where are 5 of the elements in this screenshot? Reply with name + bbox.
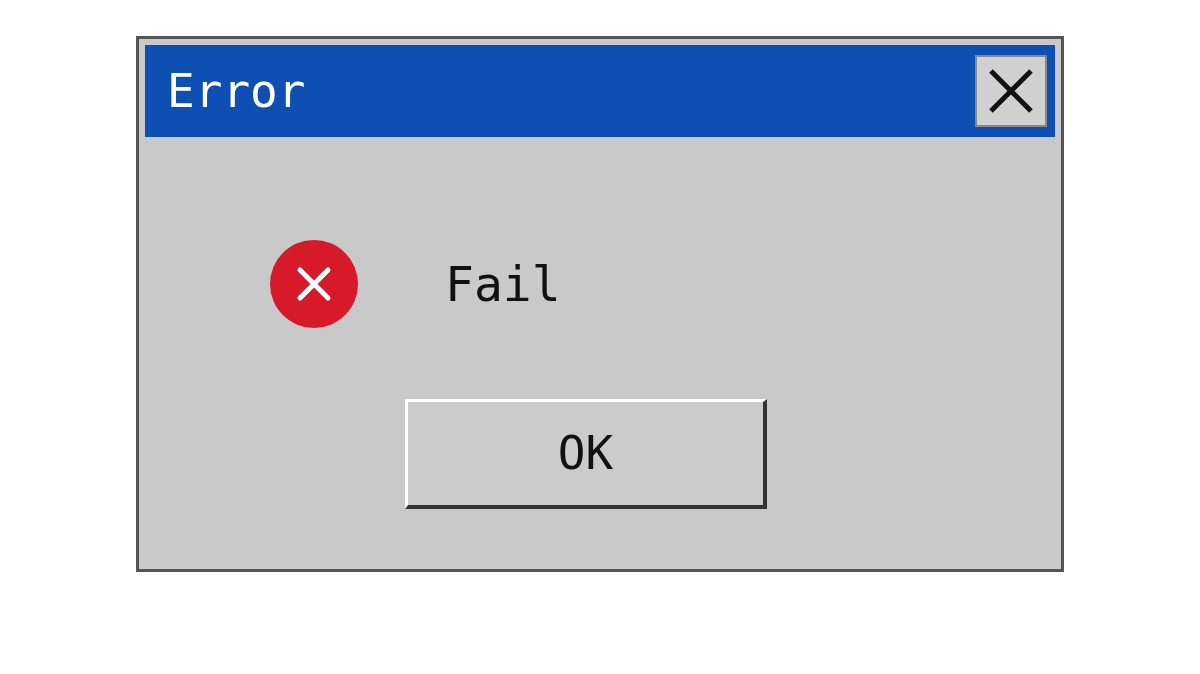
message-text: Fail — [445, 260, 561, 308]
error-icon — [269, 239, 359, 329]
close-button[interactable] — [975, 55, 1047, 127]
window-title: Error — [167, 68, 306, 114]
ok-button[interactable]: OK — [405, 399, 767, 509]
